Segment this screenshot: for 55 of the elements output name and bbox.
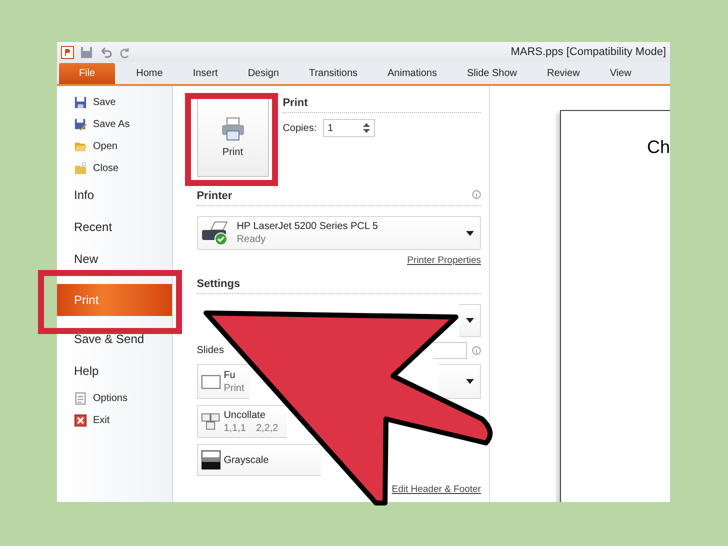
redo-icon[interactable] bbox=[118, 46, 131, 58]
ribbon-tab[interactable]: Insert bbox=[178, 68, 233, 84]
ribbon-tab[interactable]: Transitions bbox=[294, 68, 373, 84]
window-title: MARS.pps [Compatibility Mode] bbox=[510, 46, 666, 58]
printer-dropdown[interactable]: HP LaserJet 5200 Series PCL 5 Ready bbox=[196, 216, 481, 250]
backstage-command[interactable]: Close bbox=[57, 158, 172, 180]
caret-icon bbox=[466, 379, 474, 384]
backstage-command[interactable]: Open bbox=[57, 136, 172, 158]
folder-icon bbox=[74, 162, 87, 175]
ribbon-tab[interactable]: Slide Show bbox=[452, 68, 532, 84]
backstage-nav-item[interactable]: Recent bbox=[57, 212, 172, 244]
undo-icon[interactable] bbox=[99, 46, 112, 58]
open-folder-icon bbox=[74, 140, 87, 153]
print-button[interactable]: Print bbox=[196, 97, 269, 177]
close-icon bbox=[74, 414, 87, 427]
printer-properties-link[interactable]: Printer Properties bbox=[407, 255, 481, 267]
section-heading: Print bbox=[282, 97, 308, 110]
grayscale-icon bbox=[200, 450, 221, 470]
app-logo-icon[interactable] bbox=[61, 46, 74, 58]
printer-icon bbox=[220, 116, 246, 140]
stacked-pages-icon bbox=[200, 412, 221, 432]
info-icon[interactable] bbox=[472, 190, 481, 199]
backstage-command[interactable]: Save As bbox=[57, 114, 172, 136]
ribbon-tab[interactable]: Home bbox=[121, 68, 178, 84]
backstage-command[interactable]: Save bbox=[57, 92, 172, 114]
settings-dropdown[interactable]: Uncollate 1,1,1 2,2,2 bbox=[196, 405, 287, 438]
dropdown-caret-button[interactable] bbox=[438, 364, 481, 399]
ribbon-tab[interactable]: Animations bbox=[372, 68, 452, 84]
ribbon-tab[interactable]: Design bbox=[232, 68, 294, 84]
backstage-command[interactable]: Options bbox=[57, 388, 172, 410]
settings-dropdown[interactable]: Fu Print bbox=[196, 364, 249, 399]
copies-spinner[interactable]: 1 bbox=[322, 119, 375, 137]
copies-label: Copies: bbox=[282, 122, 317, 134]
dropdown-caret-button[interactable] bbox=[458, 304, 481, 337]
section-heading: Printer bbox=[196, 190, 232, 203]
ribbon-tab[interactable]: Review bbox=[532, 68, 595, 84]
slides-field[interactable] bbox=[432, 342, 467, 359]
ribbon-tab[interactable]: View bbox=[594, 68, 646, 84]
backstage-nav-item[interactable]: Help bbox=[57, 356, 172, 388]
backstage-nav-item[interactable]: Save & Send bbox=[57, 324, 172, 356]
section-heading: Settings bbox=[196, 278, 240, 291]
info-icon[interactable] bbox=[472, 346, 481, 355]
ribbon-tab[interactable]: File bbox=[59, 63, 116, 84]
caret-icon bbox=[466, 318, 474, 323]
backstage-nav-item[interactable]: Info bbox=[57, 180, 172, 212]
settings-dropdown[interactable]: Grayscale bbox=[196, 444, 321, 476]
caret-icon bbox=[466, 230, 474, 236]
backstage-nav-item[interactable]: New bbox=[57, 244, 172, 276]
slides-label: Slides bbox=[196, 345, 224, 356]
slide-preview: Ch bbox=[560, 110, 670, 502]
save-icon[interactable] bbox=[80, 46, 93, 58]
backstage-command[interactable]: Exit bbox=[57, 410, 172, 432]
document-icon bbox=[74, 392, 87, 405]
floppy-pencil-icon bbox=[74, 118, 87, 131]
edit-header-footer-link[interactable]: Edit Header & Footer bbox=[392, 484, 481, 496]
